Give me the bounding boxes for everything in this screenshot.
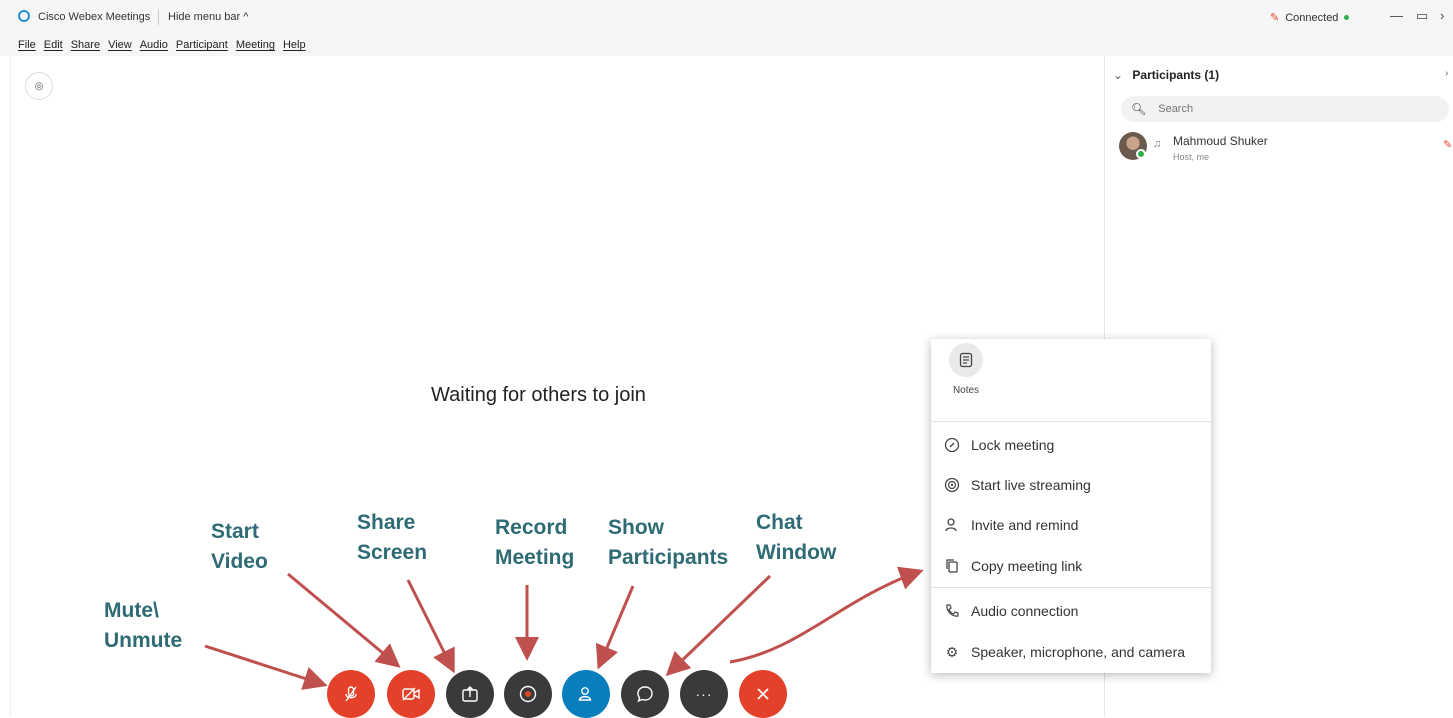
mute-button[interactable] xyxy=(327,670,375,718)
annotation-video-line2: Video xyxy=(211,550,268,573)
chat-button[interactable] xyxy=(621,670,669,718)
annotation-share: Share Screen xyxy=(357,508,427,568)
annotation-video: Start Video xyxy=(211,517,268,577)
share-screen-button[interactable] xyxy=(446,670,494,718)
leave-meeting-button[interactable] xyxy=(739,670,787,718)
arrow-mute xyxy=(204,644,328,690)
annotation-arrows xyxy=(204,566,924,690)
more-options-button[interactable]: ··· xyxy=(680,670,728,718)
annotation-chat: Chat Window xyxy=(756,508,836,568)
annotation-share-line2: Screen xyxy=(357,541,428,564)
close-icon xyxy=(757,688,769,700)
mic-muted-icon xyxy=(345,686,357,702)
annotation-participants-line1: Show xyxy=(608,516,664,539)
annotation-record: Record Meeting xyxy=(495,513,574,573)
annotation-record-line2: Meeting xyxy=(495,546,575,569)
annotation-mute-line2: Unmute xyxy=(104,629,183,652)
annotation-record-line1: Record xyxy=(495,516,568,539)
annotation-participants: Show Participants xyxy=(608,513,728,573)
annotation-participants-line2: Participants xyxy=(608,546,729,569)
arrow-share xyxy=(406,579,455,674)
participants-button[interactable] xyxy=(562,670,610,718)
annotation-chat-line1: Chat xyxy=(756,511,803,534)
annotation-mute: Mute\ Unmute xyxy=(104,596,182,656)
video-off-icon xyxy=(402,687,420,701)
record-icon xyxy=(519,685,537,703)
arrow-chat xyxy=(665,574,772,677)
participants-icon xyxy=(578,687,592,701)
annotation-share-line1: Share xyxy=(357,511,416,534)
arrow-video xyxy=(287,572,401,668)
annotation-video-line1: Start xyxy=(211,520,259,543)
arrow-participants xyxy=(595,585,635,670)
start-video-button[interactable] xyxy=(387,670,435,718)
share-icon xyxy=(462,686,478,702)
more-icon: ··· xyxy=(695,686,713,702)
annotation-chat-line2: Window xyxy=(756,541,837,564)
annotation-mute-line1: Mute\ xyxy=(104,599,159,622)
chat-icon xyxy=(637,686,653,703)
record-button[interactable] xyxy=(504,670,552,718)
